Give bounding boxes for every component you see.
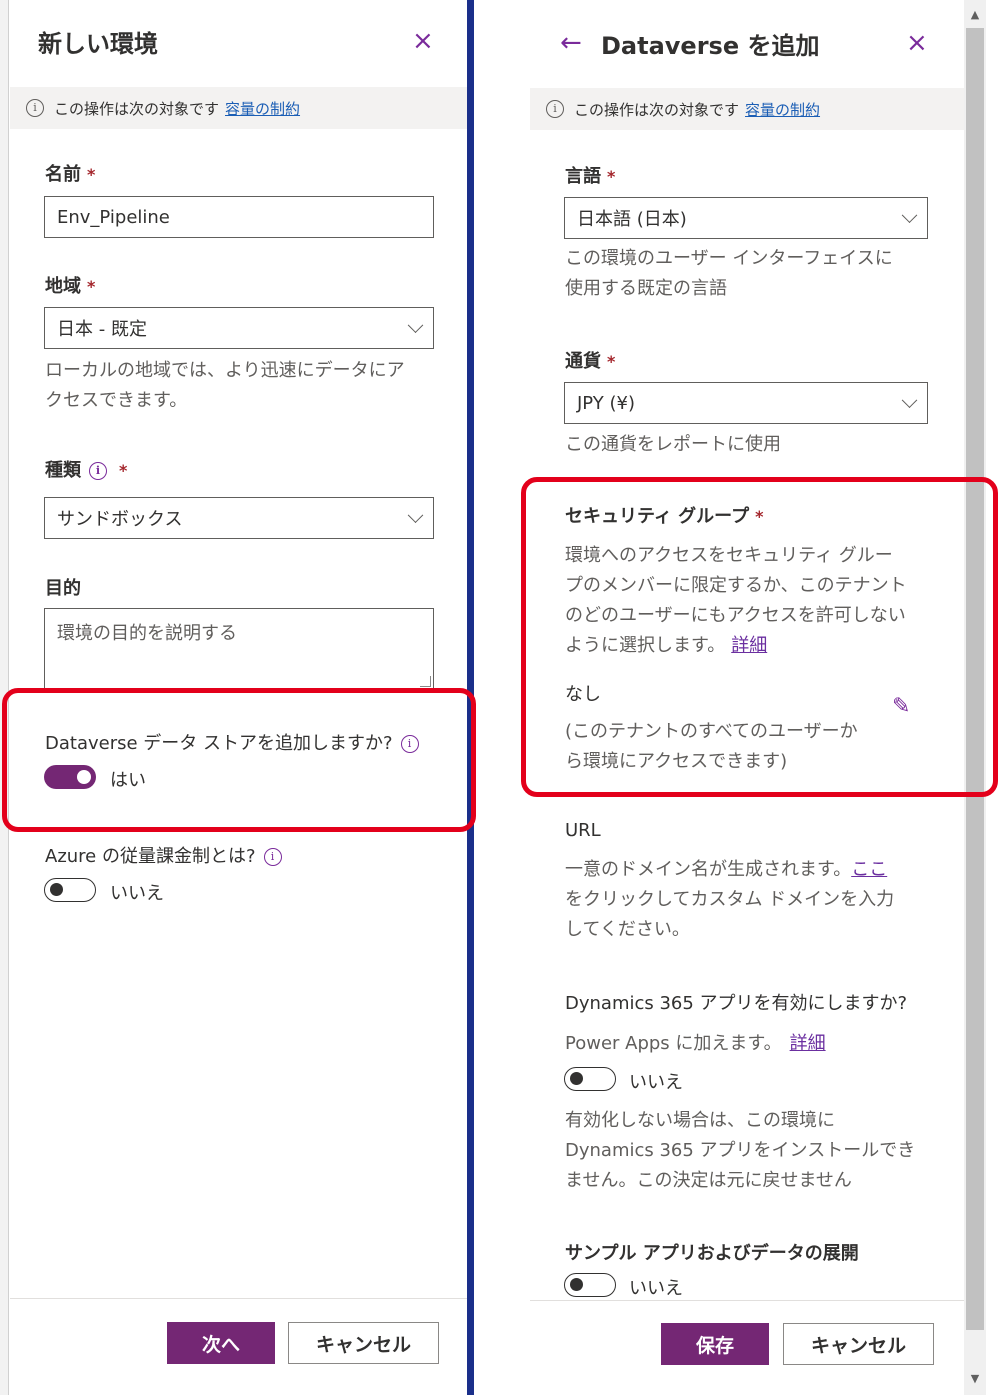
sample-apps-toggle-label: いいえ — [629, 1278, 683, 1299]
azure-toggle[interactable] — [44, 878, 96, 902]
capacity-link[interactable]: 容量の制約 — [745, 99, 820, 120]
url-help: 一意のドメイン名が生成されます。ここ をクリックしてカスタム ドメインを入力 し… — [565, 859, 895, 940]
azure-toggle-label: いいえ — [110, 883, 164, 904]
panel-title: Dataverse を追加 — [601, 32, 820, 60]
next-button[interactable]: 次へ — [167, 1322, 275, 1364]
info-icon: i — [26, 99, 44, 117]
region-label: 地域 * — [45, 276, 96, 297]
sample-apps-label: サンプル アプリおよびデータの展開 — [565, 1243, 859, 1264]
azure-question: Azure の従量課金制とは? i — [45, 842, 282, 868]
cancel-button[interactable]: キャンセル — [783, 1323, 934, 1365]
region-help: ローカルの地域では、より迅速にデータにア クセスできます。 — [45, 360, 405, 411]
info-icon[interactable]: i — [89, 462, 107, 480]
close-icon[interactable]: × — [412, 26, 434, 56]
region-dropdown[interactable]: 日本 - 既定 — [44, 307, 434, 349]
info-text: この操作は次の対象です — [54, 99, 220, 118]
scroll-down-arrow[interactable]: ▼ — [966, 1372, 984, 1385]
url-label: URL — [565, 820, 601, 841]
footer-divider — [530, 1300, 964, 1301]
language-help: この環境のユーザー インターフェイスに 使用する既定の言語 — [565, 248, 893, 299]
d365-note: 有効化しない場合は、この環境に Dynamics 365 アプリをインストールで… — [565, 1110, 916, 1191]
type-label: 種類 i * — [45, 460, 128, 481]
d365-toggle[interactable] — [564, 1067, 616, 1091]
custom-domain-link[interactable]: ここ — [851, 859, 887, 880]
chevron-down-icon — [901, 207, 918, 224]
sample-apps-toggle[interactable] — [564, 1273, 616, 1297]
scroll-up-arrow[interactable]: ▲ — [966, 8, 984, 21]
currency-help: この通貨をレポートに使用 — [565, 434, 781, 455]
currency-dropdown[interactable]: JPY (¥) — [564, 382, 928, 424]
back-arrow-icon[interactable]: ← — [560, 28, 582, 58]
purpose-textarea[interactable]: 環境の目的を説明する — [44, 608, 434, 690]
language-label: 言語 * — [565, 166, 616, 187]
info-icon[interactable]: i — [263, 848, 282, 866]
chevron-down-icon — [407, 317, 424, 334]
close-icon[interactable]: × — [906, 28, 928, 58]
name-input[interactable]: Env_Pipeline — [44, 196, 434, 238]
currency-label: 通貨 * — [565, 351, 616, 372]
info-text: この操作は次の対象です — [574, 100, 740, 119]
highlight-box-security-group — [521, 477, 998, 797]
d365-question: Dynamics 365 アプリを有効にしますか? — [565, 993, 908, 1014]
capacity-link[interactable]: 容量の制約 — [225, 98, 300, 119]
capacity-info-bar: i この操作は次の対象です 容量の制約 — [10, 87, 467, 129]
panel-title: 新しい環境 — [38, 30, 158, 58]
info-icon: i — [546, 100, 564, 118]
capacity-info-bar: i この操作は次の対象です 容量の制約 — [530, 88, 964, 130]
d365-details-link[interactable]: 詳細 — [790, 1033, 826, 1054]
cancel-button[interactable]: キャンセル — [288, 1322, 439, 1364]
name-label: 名前 * — [45, 164, 96, 185]
language-dropdown[interactable]: 日本語 (日本) — [564, 197, 928, 239]
resize-handle[interactable] — [420, 676, 431, 687]
chevron-down-icon — [407, 507, 424, 524]
highlight-box-dataverse — [2, 688, 476, 832]
save-button[interactable]: 保存 — [661, 1323, 769, 1365]
d365-help: Power Apps に加えます。 詳細 — [565, 1033, 826, 1054]
purpose-label: 目的 — [45, 578, 81, 599]
d365-toggle-label: いいえ — [629, 1072, 683, 1093]
chevron-down-icon — [901, 392, 918, 409]
footer-divider — [10, 1298, 467, 1299]
type-dropdown[interactable]: サンドボックス — [44, 497, 434, 539]
